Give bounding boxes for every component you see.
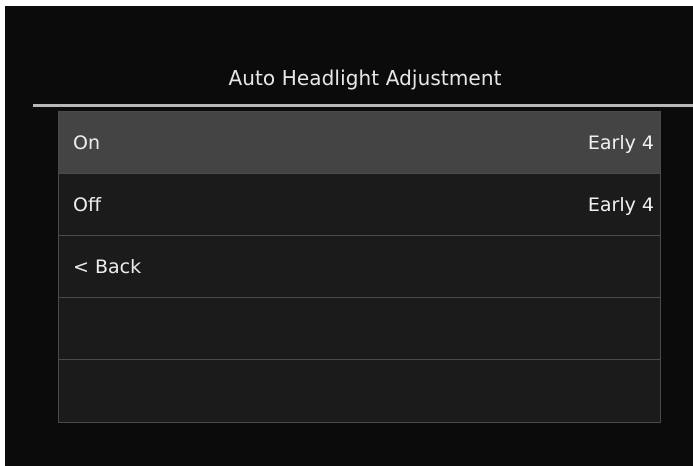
empty-menu-row [59,298,660,360]
menu-item-on[interactable]: On Early 4 [59,112,660,174]
menu-item-label: Off [73,193,102,216]
menu-item-value: Early 4 [587,193,654,216]
title-divider [33,104,693,107]
display-screen: Auto Headlight Adjustment On Early 4 Off… [5,6,693,466]
menu-item-off[interactable]: Off Early 4 [59,174,660,236]
menu-item-value: Early 4 [587,131,654,154]
page-title: Auto Headlight Adjustment [228,66,502,90]
back-label: < Back [73,255,142,278]
empty-menu-row [59,360,660,420]
menu-item-back[interactable]: < Back [59,236,660,298]
settings-menu: On Early 4 Off Early 4 < Back [58,111,661,423]
menu-item-label: On [73,131,100,154]
